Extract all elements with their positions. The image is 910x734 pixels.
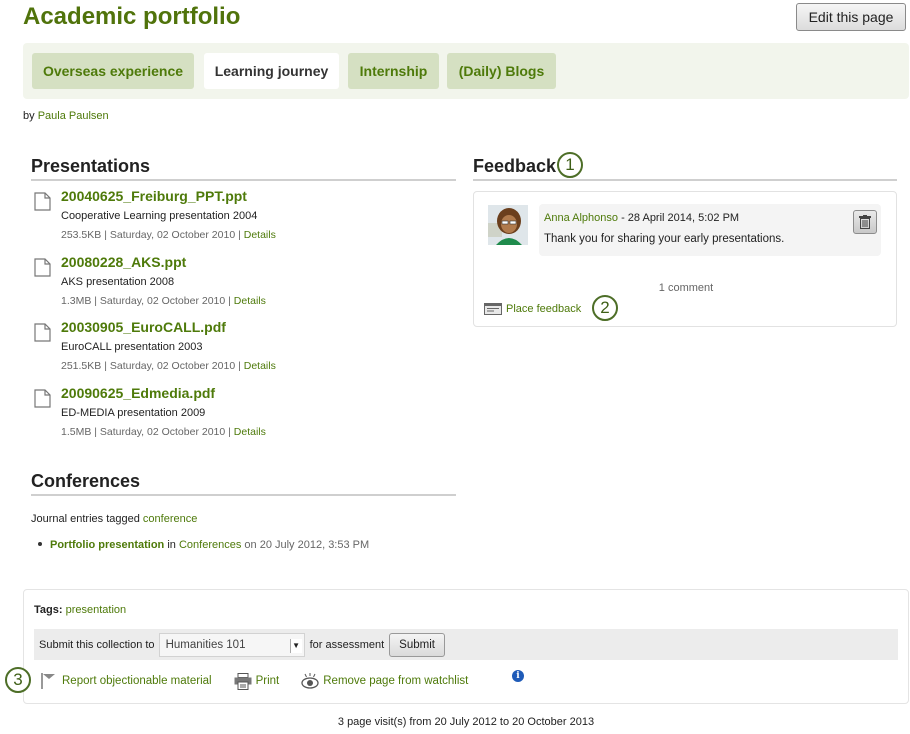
file-icon bbox=[34, 192, 51, 211]
file-meta: 253.5KB | Saturday, 02 October 2010 | De… bbox=[61, 229, 276, 241]
journal-entry: Portfolio presentation in Conferences on… bbox=[38, 539, 369, 551]
details-link[interactable]: Details bbox=[234, 426, 266, 438]
details-link[interactable]: Details bbox=[244, 360, 276, 372]
avatar bbox=[488, 205, 528, 245]
print-label: Print bbox=[255, 675, 280, 687]
report-label: Report objectionable material bbox=[62, 675, 212, 687]
file-description: ED-MEDIA presentation 2009 bbox=[61, 407, 206, 419]
remove-watchlist-link[interactable]: Remove page from watchlist bbox=[301, 673, 468, 689]
comment-text: Thank you for sharing your early present… bbox=[544, 233, 785, 245]
place-feedback-label[interactable]: Place feedback bbox=[506, 303, 581, 315]
file-title-link[interactable]: 20090625_Edmedia.pdf bbox=[61, 385, 215, 401]
conferences-intro: Journal entries tagged conference bbox=[31, 513, 197, 525]
group-select[interactable]: Humanities 101 ▼ bbox=[158, 632, 305, 657]
separator: | bbox=[91, 295, 100, 307]
separator: | bbox=[91, 426, 100, 438]
file-date: Saturday, 02 October 2010 bbox=[109, 229, 236, 241]
file-date: Saturday, 02 October 2010 bbox=[99, 295, 226, 307]
tab-overseas-experience[interactable]: Overseas experience bbox=[32, 53, 194, 89]
tab-learning-journey[interactable]: Learning journey bbox=[204, 53, 339, 89]
conferences-heading: Conferences bbox=[31, 471, 456, 496]
details-link[interactable]: Details bbox=[234, 295, 266, 307]
comment-icon bbox=[484, 303, 502, 315]
entry-title-link[interactable]: Portfolio presentation bbox=[50, 539, 164, 551]
file-description: EuroCALL presentation 2003 bbox=[61, 341, 203, 353]
tab-daily-blogs[interactable]: (Daily) Blogs bbox=[447, 53, 556, 89]
delete-comment-button[interactable] bbox=[853, 210, 877, 234]
print-link[interactable]: Print bbox=[234, 672, 280, 690]
details-link[interactable]: Details bbox=[244, 229, 276, 241]
info-icon[interactable]: i bbox=[512, 670, 524, 682]
tag-link[interactable]: presentation bbox=[66, 604, 127, 616]
bullet bbox=[38, 542, 42, 547]
submit-button[interactable]: Submit bbox=[389, 632, 445, 657]
chevron-down-icon: ▼ bbox=[289, 638, 302, 653]
intro-text: Journal entries tagged bbox=[31, 513, 140, 525]
tags-row: Tags: presentation bbox=[34, 604, 126, 616]
submit-for-assessment-form: Submit this collection to Humanities 101… bbox=[34, 629, 898, 660]
file-size: 251.5KB bbox=[61, 360, 102, 372]
page-title: Academic portfolio bbox=[23, 3, 241, 30]
comment-header: Anna Alphonso - 28 April 2014, 5:02 PM bbox=[544, 212, 739, 224]
group-select-value: Humanities 101 bbox=[165, 638, 246, 651]
place-feedback-link[interactable]: Place feedback bbox=[484, 303, 581, 315]
page-footer-panel: Tags: presentation Submit this collectio… bbox=[23, 589, 909, 704]
trash-icon bbox=[859, 215, 871, 229]
flag-icon bbox=[41, 673, 55, 689]
comment: Anna Alphonso - 28 April 2014, 5:02 PM T… bbox=[539, 204, 881, 256]
file-date: Saturday, 02 October 2010 bbox=[109, 360, 236, 372]
feedback-heading: Feedback bbox=[473, 156, 897, 181]
separator: | bbox=[235, 229, 244, 241]
file-meta: 251.5KB | Saturday, 02 October 2010 | De… bbox=[61, 360, 276, 372]
submit-prefix: Submit this collection to bbox=[39, 638, 155, 651]
eye-icon bbox=[301, 673, 319, 689]
byline: by Paula Paulsen bbox=[23, 110, 109, 122]
file-size: 253.5KB bbox=[61, 229, 102, 241]
in-word: in bbox=[167, 539, 176, 551]
comment-author-link[interactable]: Anna Alphonso bbox=[544, 212, 618, 224]
file-size: 1.3MB bbox=[61, 295, 92, 307]
comment-date: - 28 April 2014, 5:02 PM bbox=[618, 212, 740, 224]
entry-date: on 20 July 2012, 3:53 PM bbox=[244, 539, 370, 551]
report-objectionable-link[interactable]: Report objectionable material bbox=[40, 672, 212, 690]
file-description: Cooperative Learning presentation 2004 bbox=[61, 210, 258, 222]
presentations-heading: Presentations bbox=[31, 156, 456, 181]
separator: | bbox=[225, 426, 234, 438]
file-meta: 1.5MB | Saturday, 02 October 2010 | Deta… bbox=[61, 426, 266, 438]
file-icon bbox=[34, 323, 51, 342]
conference-tag-link[interactable]: conference bbox=[143, 513, 197, 525]
file-size: 1.5MB bbox=[61, 426, 92, 438]
page-actions: Report objectionable material Print Remo… bbox=[40, 672, 490, 690]
file-description: AKS presentation 2008 bbox=[61, 276, 175, 288]
feedback-panel: Anna Alphonso - 28 April 2014, 5:02 PM T… bbox=[473, 191, 897, 327]
separator: | bbox=[235, 360, 244, 372]
file-title-link[interactable]: 20080228_AKS.ppt bbox=[61, 254, 186, 270]
file-title-link[interactable]: 20030905_EuroCALL.pdf bbox=[61, 319, 226, 335]
file-date: Saturday, 02 October 2010 bbox=[99, 426, 226, 438]
file-icon bbox=[34, 389, 51, 408]
page-visits: 3 page visit(s) from 20 July 2012 to 20 … bbox=[337, 716, 595, 728]
journal-link[interactable]: Conferences bbox=[179, 539, 241, 551]
tab-internship[interactable]: Internship bbox=[348, 53, 439, 89]
printer-icon bbox=[234, 672, 252, 690]
watchlist-label: Remove page from watchlist bbox=[323, 675, 469, 687]
collection-tabs: Overseas experience Learning journey Int… bbox=[23, 43, 909, 99]
separator: | bbox=[101, 229, 110, 241]
comment-count: 1 comment bbox=[658, 282, 714, 294]
callout-3: 3 bbox=[5, 667, 31, 693]
callout-2: 2 bbox=[592, 295, 618, 321]
file-meta: 1.3MB | Saturday, 02 October 2010 | Deta… bbox=[61, 295, 266, 307]
tags-label: Tags: bbox=[34, 604, 63, 616]
author-link[interactable]: Paula Paulsen bbox=[38, 110, 109, 122]
callout-1: 1 bbox=[557, 152, 583, 178]
byline-prefix: by bbox=[23, 110, 35, 122]
separator: | bbox=[225, 295, 234, 307]
separator: | bbox=[101, 360, 110, 372]
file-icon bbox=[34, 258, 51, 277]
file-title-link[interactable]: 20040625_Freiburg_PPT.ppt bbox=[61, 188, 247, 204]
edit-page-button[interactable]: Edit this page bbox=[796, 3, 906, 31]
submit-suffix: for assessment bbox=[309, 638, 385, 651]
